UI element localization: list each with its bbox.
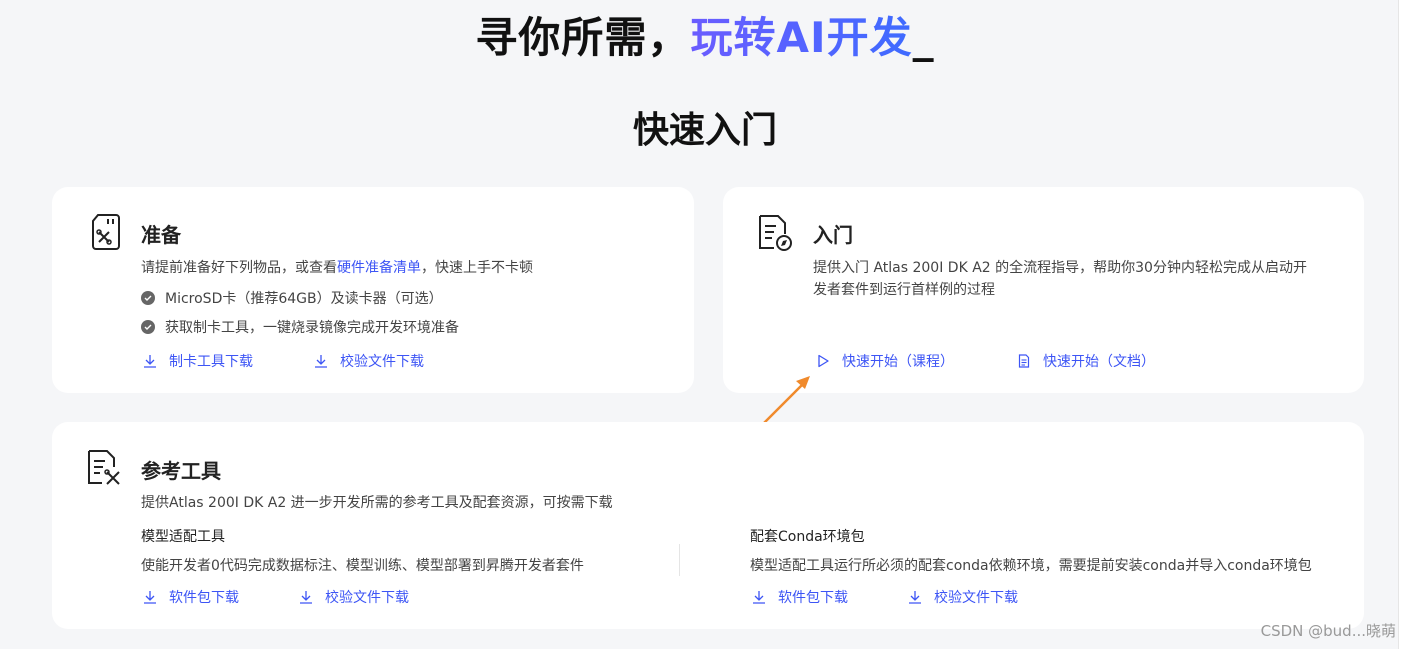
download-icon xyxy=(144,355,156,368)
hero-cursor: _ xyxy=(912,13,935,62)
prepare-item: MicroSD卡（推荐64GB）及读卡器（可选） xyxy=(141,288,443,308)
quick-start-course-link[interactable]: 快速开始（课程） xyxy=(816,351,954,371)
prepare-item-label: MicroSD卡（推荐64GB）及读卡器（可选） xyxy=(165,291,443,307)
conda-checksum-download[interactable]: 校验文件下载 xyxy=(908,587,1018,607)
prepare-desc: 请提前准备好下列物品，或查看硬件准备清单，快速上手不卡顿 xyxy=(141,257,533,279)
download-icon xyxy=(753,591,765,604)
prepare-card: 准备 请提前准备好下列物品，或查看硬件准备清单，快速上手不卡顿 MicroSD卡… xyxy=(52,187,694,393)
reference-title: 参考工具 xyxy=(141,459,221,483)
quick-start-docs-link[interactable]: 快速开始（文档） xyxy=(1017,351,1155,371)
model-adapter-desc: 使能开发者0代码完成数据标注、模型训练、模型部署到昇腾开发者套件 xyxy=(141,558,584,574)
reference-desc: 提供Atlas 200I DK A2 进一步开发所需的参考工具及配套资源，可按需… xyxy=(141,495,613,511)
hero-accent: 玩转AI开发 xyxy=(690,13,913,62)
model-adapter-package-label: 软件包下载 xyxy=(169,590,239,606)
document-icon xyxy=(1018,354,1030,368)
hero-prefix: 寻你所需， xyxy=(475,13,691,62)
prepare-desc-text: 请提前准备好下列物品，或查看 xyxy=(141,260,337,276)
model-adapter-checksum-download[interactable]: 校验文件下载 xyxy=(299,587,409,607)
sd-card-icon xyxy=(92,214,120,250)
download-icon xyxy=(909,591,921,604)
reference-card: 参考工具 提供Atlas 200I DK A2 进一步开发所需的参考工具及配套资… xyxy=(52,422,1364,629)
prepare-desc-tail: ，快速上手不卡顿 xyxy=(421,260,533,276)
conda-checksum-label: 校验文件下载 xyxy=(934,590,1018,606)
check-circle-icon xyxy=(141,291,155,305)
conda-package-label: 软件包下载 xyxy=(778,590,848,606)
intro-desc-line1: 提供入门 Atlas 200I DK A2 的全流程指导，帮助你30分钟内轻松完… xyxy=(813,260,1307,276)
checksum-download-label: 校验文件下载 xyxy=(340,354,424,370)
hardware-list-link[interactable]: 硬件准备清单 xyxy=(337,260,421,276)
quick-start-docs-label: 快速开始（文档） xyxy=(1043,354,1155,370)
model-adapter-checksum-label: 校验文件下载 xyxy=(325,590,409,606)
prepare-item-label: 获取制卡工具，一键烧录镜像完成开发环境准备 xyxy=(165,320,459,336)
prepare-item: 获取制卡工具，一键烧录镜像完成开发环境准备 xyxy=(141,317,459,337)
checksum-download-link[interactable]: 校验文件下载 xyxy=(314,351,424,371)
document-compass-icon xyxy=(759,215,792,251)
document-tools-icon xyxy=(88,450,120,485)
intro-title: 入门 xyxy=(813,223,853,247)
quick-start-course-label: 快速开始（课程） xyxy=(842,354,954,370)
watermark: CSDN @bud...晓萌 xyxy=(1260,622,1396,640)
hero-heading: 寻你所需，玩转AI开发_ xyxy=(0,4,1410,65)
intro-card: 入门 提供入门 Atlas 200I DK A2 的全流程指导，帮助你30分钟内… xyxy=(723,187,1364,393)
card-tool-download-label: 制卡工具下载 xyxy=(169,354,253,370)
check-circle-icon xyxy=(141,320,155,334)
model-adapter-subtitle: 模型适配工具 xyxy=(141,529,225,545)
scrollbar-track[interactable] xyxy=(1398,0,1410,649)
section-title: 快速入门 xyxy=(632,110,777,151)
download-icon xyxy=(300,591,312,604)
download-icon xyxy=(315,355,327,368)
prepare-title: 准备 xyxy=(141,223,181,247)
conda-package-download[interactable]: 软件包下载 xyxy=(752,587,848,607)
card-tool-download-link[interactable]: 制卡工具下载 xyxy=(143,351,253,371)
play-icon xyxy=(818,354,829,368)
conda-env-subtitle: 配套Conda环境包 xyxy=(750,529,865,545)
column-divider xyxy=(679,544,680,576)
conda-env-desc: 模型适配工具运行所必须的配套conda依赖环境，需要提前安装conda并导入co… xyxy=(750,558,1312,574)
download-icon xyxy=(144,591,156,604)
intro-desc-line2: 发者套件到运行首样例的过程 xyxy=(813,282,995,298)
model-adapter-package-download[interactable]: 软件包下载 xyxy=(143,587,239,607)
